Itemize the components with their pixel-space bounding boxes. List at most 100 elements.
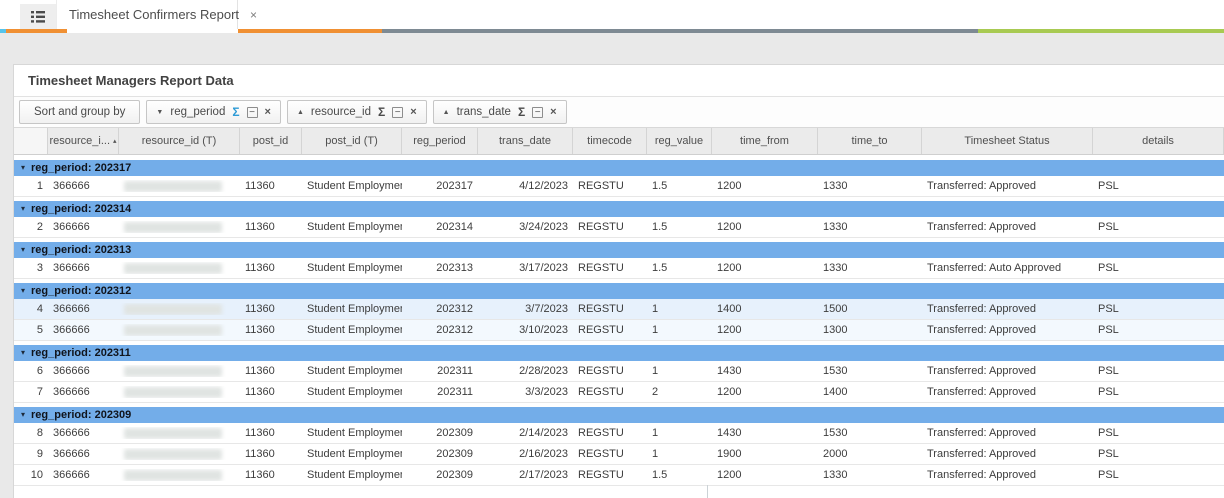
cell-post_id_t: Student Employment, ... [307, 303, 402, 315]
cell-resource_id: 366666 [53, 448, 90, 460]
column-header-status[interactable]: Timesheet Status [922, 128, 1093, 154]
cell-details: PSL [1098, 221, 1119, 233]
table-row[interactable]: 10 366666 11360 Student Employment, ... 2023… [14, 465, 1224, 486]
group-label: reg_period: 202314 [31, 203, 132, 215]
column-header-num[interactable] [14, 128, 48, 154]
table-row[interactable]: 8 366666 11360 Student Employment, ... 20230… [14, 423, 1224, 444]
cell-post_id: 11360 [245, 324, 275, 336]
group-collapse-icon[interactable]: ▾ [21, 205, 25, 213]
tab-close-icon[interactable]: × [250, 9, 257, 21]
cell-timecode: REGSTU [578, 427, 624, 439]
cell-reg_value: 1.5 [652, 221, 668, 233]
tab-label: Timesheet Confirmers Report [69, 7, 240, 22]
column-header-reg_period[interactable]: reg_period [402, 128, 478, 154]
group-row[interactable]: ▾ reg_period: 202317 [14, 160, 1224, 176]
cell-details: PSL [1098, 262, 1119, 274]
cell-trans_date: 4/12/2023 [519, 180, 568, 192]
cell-num: 5 [36, 324, 43, 336]
cell-time_from: 1200 [717, 386, 742, 398]
cell-details: PSL [1098, 180, 1119, 192]
collapse-box-icon[interactable]: − [532, 106, 544, 118]
group-collapse-icon[interactable]: ▾ [21, 411, 25, 419]
cell-post_id: 11360 [245, 221, 275, 233]
cell-status: Transferred: Approved [927, 221, 1037, 233]
report-panel: Timesheet Managers Report Data Sort and … [13, 64, 1224, 498]
cell-reg_period: 202312 [436, 303, 473, 315]
cell-num: 1 [36, 180, 43, 192]
group-row[interactable]: ▾ reg_period: 202314 [14, 201, 1224, 217]
table-row[interactable]: 9 366666 11360 Student Employment, ... 20230… [14, 444, 1224, 465]
tab-timesheet-confirmers-report[interactable]: Timesheet Confirmers Report × [56, 0, 257, 29]
cell-resource_id: 366666 [53, 386, 90, 398]
remove-sort-icon[interactable]: × [265, 106, 271, 118]
cell-time_from: 1200 [717, 221, 742, 233]
cell-time_from: 1200 [717, 262, 742, 274]
column-header-reg_value[interactable]: reg_value [647, 128, 712, 154]
remove-sort-icon[interactable]: × [410, 106, 416, 118]
column-header-timecode[interactable]: timecode [573, 128, 647, 154]
cell-reg_period: 202309 [436, 448, 473, 460]
table-row[interactable]: 5 366666 11360 Student Employment, ... 20231… [14, 320, 1224, 341]
column-header-time_from[interactable]: time_from [712, 128, 818, 154]
panel-header: Timesheet Managers Report Data [14, 65, 1224, 97]
sort-direction-icon[interactable]: ▲ [297, 109, 304, 116]
cell-time_to: 1330 [823, 262, 848, 274]
group-row[interactable]: ▾ reg_period: 202312 [14, 283, 1224, 299]
table-row[interactable]: 4 366666 11360 Student Employment, ... 20231… [14, 299, 1224, 320]
cell-status: Transferred: Auto Approved [927, 262, 1062, 274]
cell-resource_id_t [119, 221, 240, 233]
group-collapse-icon[interactable]: ▾ [21, 164, 25, 172]
sum-sigma-icon[interactable]: Σ [378, 105, 385, 119]
sort-ascending-icon: ▴ [113, 138, 117, 145]
cell-time_from: 1200 [717, 324, 742, 336]
collapse-box-icon[interactable]: − [392, 106, 404, 118]
sum-sigma-icon[interactable]: Σ [232, 105, 239, 119]
sum-sigma-icon[interactable]: Σ [518, 105, 525, 119]
grid-header-row: resource_i... ▴ resource_id (T) post_id post… [14, 128, 1224, 155]
cell-time_to: 2000 [823, 448, 848, 460]
table-row[interactable]: 3 366666 11360 Student Employment, ... 20231… [14, 258, 1224, 279]
cell-reg_value: 1.5 [652, 469, 668, 481]
sort-and-group-by-button[interactable]: Sort and group by [19, 100, 141, 124]
sort-chip-resource_id[interactable]: ▲ resource_id Σ − × [286, 100, 427, 124]
cell-resource_id_t [119, 448, 240, 460]
table-row[interactable]: 1 366666 11360 Student Employment, ... 20231… [14, 176, 1224, 197]
column-header-time_to[interactable]: time_to [818, 128, 922, 154]
group-collapse-icon[interactable]: ▾ [21, 349, 25, 357]
column-header-resource_id[interactable]: resource_i... ▴ [48, 128, 119, 154]
sort-direction-icon[interactable]: ▲ [443, 109, 450, 116]
column-header-post_id[interactable]: post_id [240, 128, 302, 154]
collapse-box-icon[interactable]: − [246, 106, 258, 118]
grid-body: ▾ reg_period: 202317 1 366666 11360 Student E… [14, 155, 1224, 486]
group-collapse-icon[interactable]: ▾ [21, 287, 25, 295]
cell-num: 8 [36, 427, 43, 439]
sort-direction-icon[interactable]: ▼ [156, 109, 163, 116]
sort-chip-reg_period[interactable]: ▼ reg_period Σ − × [146, 100, 281, 124]
cell-details: PSL [1098, 469, 1119, 481]
redacted-name [124, 469, 222, 481]
sort-chip-trans_date[interactable]: ▲ trans_date Σ − × [432, 100, 567, 124]
column-header-details[interactable]: details [1093, 128, 1224, 154]
table-row[interactable]: 7 366666 11360 Student Employment, ... 20231… [14, 382, 1224, 403]
cell-post_id_t: Student Employment, ... [307, 262, 402, 274]
group-row[interactable]: ▾ reg_period: 202309 [14, 407, 1224, 423]
table-row[interactable]: 2 366666 11360 Student Employment, ... 20231… [14, 217, 1224, 238]
cell-reg_value: 1 [652, 365, 659, 377]
table-row[interactable]: 6 366666 11360 Student Employment, ... 20231… [14, 361, 1224, 382]
column-header-resource_id_t[interactable]: resource_id (T) [119, 128, 240, 154]
column-header-trans_date[interactable]: trans_date [478, 128, 573, 154]
group-row[interactable]: ▾ reg_period: 202313 [14, 242, 1224, 258]
cell-timecode: REGSTU [578, 469, 624, 481]
cell-reg_period: 202314 [436, 221, 473, 233]
menu-list-button[interactable] [20, 4, 56, 29]
cell-time_to: 1330 [823, 221, 848, 233]
remove-sort-icon[interactable]: × [550, 106, 556, 118]
cell-reg_period: 202311 [437, 365, 473, 377]
group-row[interactable]: ▾ reg_period: 202311 [14, 345, 1224, 361]
group-collapse-icon[interactable]: ▾ [21, 246, 25, 254]
cell-time_to: 1330 [823, 469, 848, 481]
cell-details: PSL [1098, 427, 1119, 439]
column-header-post_id_t[interactable]: post_id (T) [302, 128, 402, 154]
sort-chips: ▼ reg_period Σ − × ▲ resource_id Σ − × ▲ trans_date… [146, 100, 567, 124]
cell-post_id_t: Student Employment, ... [307, 180, 402, 192]
